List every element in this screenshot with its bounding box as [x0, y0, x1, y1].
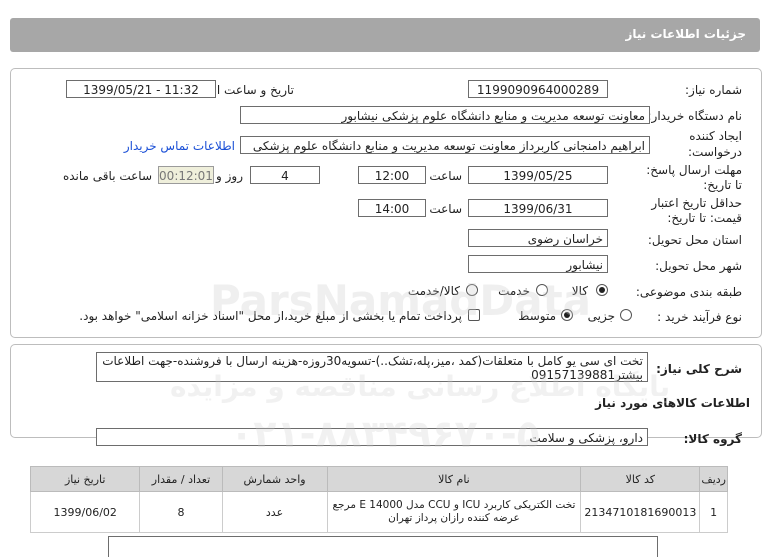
process-label: نوع فرآیند خرید : [657, 310, 742, 324]
announce-date-field: 1399/05/21 - 11:32 [66, 80, 216, 98]
city-field: نیشابور [468, 255, 608, 273]
validity-time-label: ساعت [429, 202, 462, 216]
need-number-field: 1199090964000289 [468, 80, 608, 98]
deadline-label-2: تا تاریخ: [703, 178, 742, 192]
table-header-row: ردیف کد کالا نام کالا واحد شمارش تعداد /… [29, 466, 728, 492]
cell-code: 2134710181690013 [580, 491, 701, 533]
col-qty-header: تعداد / مقدار [139, 466, 223, 492]
deadline-date-field: 1399/05/25 [468, 166, 608, 184]
validity-time-field: 14:00 [358, 199, 426, 217]
col-name-header: نام کالا [326, 466, 582, 492]
deadline-time-field: 12:00 [358, 166, 426, 184]
process-minor-label: جزیی [587, 309, 615, 323]
days-word: روز و [216, 169, 243, 183]
page-title: جزئیات اطلاعات نیاز [625, 27, 746, 41]
category-label: طبقه بندی موضوعی: [635, 285, 742, 299]
remaining-timer: 00:12:01 [158, 166, 214, 184]
next-section-box [108, 536, 658, 557]
creator-label-2: درخواست: [688, 145, 742, 159]
province-label: استان محل تحویل: [647, 233, 742, 247]
creator-field: ابراهیم دامنجانی کاربرداز معاونت توسعه م… [240, 136, 650, 154]
remaining-label: ساعت باقی مانده [62, 169, 152, 183]
watermark-text: پایگاه اطلاع رسانی مناقصه و مزایده [170, 370, 671, 403]
page-header: جزئیات اطلاعات نیاز [10, 18, 760, 52]
province-field: خراسان رضوی [468, 229, 608, 247]
category-goods-radio[interactable] [596, 284, 608, 296]
cell-date: 1399/06/02 [29, 491, 141, 533]
cell-row: 1 [699, 491, 728, 533]
creator-label: ایجاد کننده [689, 129, 742, 143]
validity-label-2: قیمت: تا تاریخ: [667, 211, 742, 225]
col-row-header: ردیف [699, 466, 728, 492]
cell-unit: عدد [221, 491, 328, 533]
goods-group-label: گروه کالا: [683, 432, 742, 446]
buyer-label: نام دستگاه خریدار: [647, 109, 743, 123]
buyer-contact-link[interactable]: اطلاعات تماس خریدار [124, 139, 235, 153]
buyer-field: معاونت توسعه مدیریت و منابع دانشگاه علوم… [240, 106, 650, 124]
col-code-header: کد کالا [580, 466, 701, 492]
col-unit-header: واحد شمارش [221, 466, 328, 492]
validity-label: حداقل تاریخ اعتبار [651, 196, 742, 210]
table-row: 1 2134710181690013 تخت الکتریکی کاربرد I… [29, 491, 728, 533]
process-minor-radio[interactable] [620, 309, 632, 321]
deadline-time-label: ساعت [429, 169, 462, 183]
cell-name: تخت الکتریکی کاربرد ICU و CCU مدل E 1400… [326, 491, 582, 533]
deadline-label: مهلت ارسال پاسخ: [646, 163, 742, 177]
need-number-label: شماره نیاز: [685, 83, 742, 97]
days-remaining-field: 4 [250, 166, 320, 184]
watermark-phone: ۰۲۱-۸۸۳۴۹۶۷۰-۵ [230, 412, 540, 456]
cell-qty: 8 [139, 491, 223, 533]
col-date-header: تاریخ نیاز [29, 466, 141, 492]
watermark-logo: ParsNamadData [210, 276, 591, 325]
validity-date-field: 1399/06/31 [468, 199, 608, 217]
goods-table: ردیف کد کالا نام کالا واحد شمارش تعداد /… [29, 466, 728, 533]
city-label: شهر محل تحویل: [655, 259, 742, 273]
